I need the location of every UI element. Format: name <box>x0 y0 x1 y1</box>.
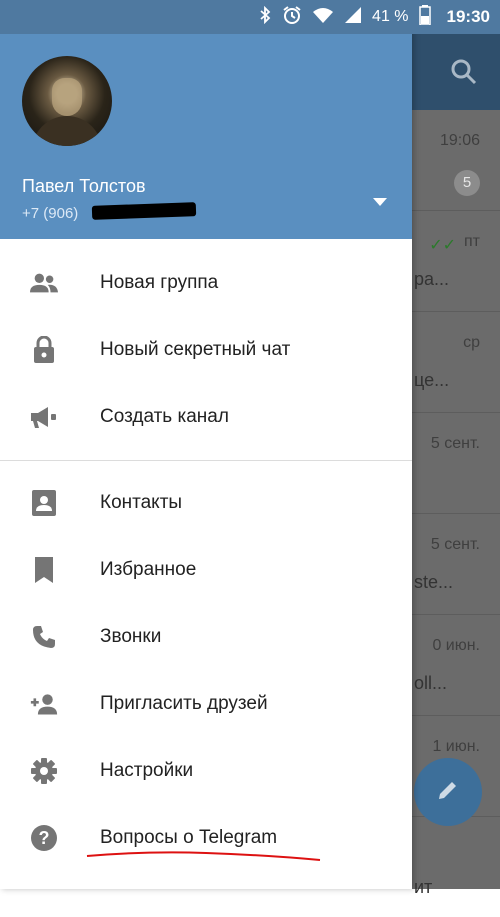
signal-icon <box>344 6 362 29</box>
menu-item-label: Создать канал <box>100 405 229 427</box>
menu-item-new-group[interactable]: Новая группа <box>0 249 412 316</box>
chat-time: ср <box>463 334 480 351</box>
menu-item-contacts[interactable]: Контакты <box>0 469 412 536</box>
battery-percent: 41 % <box>372 8 409 25</box>
svg-text:?: ? <box>39 828 50 848</box>
chat-preview: ste... <box>414 572 454 592</box>
help-icon: ? <box>30 824 58 852</box>
menu-item-saved-messages[interactable]: Избранное <box>0 536 412 603</box>
status-bar: 41 % 19:30 <box>0 0 500 34</box>
menu-item-secret-chat[interactable]: Новый секретный чат <box>0 316 412 383</box>
add-person-icon <box>30 690 58 718</box>
chat-preview: це... <box>414 370 450 390</box>
chat-time: 0 июн. <box>432 637 480 654</box>
alarm-icon <box>282 5 302 30</box>
settings-icon <box>30 757 58 785</box>
dropdown-arrow-icon[interactable] <box>372 194 388 206</box>
chat-preview: oll... <box>414 673 448 693</box>
drawer-header: Павел Толстов +7 (906) <box>0 34 412 239</box>
chat-time: 5 сент. <box>430 435 480 452</box>
megaphone-icon <box>30 403 58 431</box>
menu-item-label: Новая группа <box>100 271 219 293</box>
chat-time: 5 сент. <box>430 536 480 553</box>
menu-item-invite-friends[interactable]: Пригласить друзей <box>0 670 412 737</box>
menu-item-calls[interactable]: Звонки <box>0 603 412 670</box>
compose-button[interactable] <box>414 758 482 826</box>
menu-item-label: Настройки <box>100 759 194 781</box>
menu-item-label: Контакты <box>100 491 183 513</box>
chat-time: пт <box>464 233 480 250</box>
new-group-icon <box>30 269 58 297</box>
menu-divider <box>0 460 412 461</box>
chat-time: 1 июн. <box>432 738 480 755</box>
menu-item-label: Звонки <box>100 625 162 647</box>
battery-icon <box>418 4 431 30</box>
menu-item-create-channel[interactable]: Создать канал <box>0 383 412 450</box>
unread-badge: 5 <box>454 170 480 196</box>
bookmark-icon <box>30 556 58 584</box>
contacts-icon <box>30 489 58 517</box>
chat-time: 19:06 <box>439 132 480 149</box>
navigation-drawer: Павел Толстов +7 (906) Новая группа Новы… <box>0 0 412 889</box>
read-checks-icon: ✓✓ <box>429 237 456 254</box>
menu-item-settings[interactable]: Настройки <box>0 737 412 804</box>
chat-preview: ит <box>414 877 433 897</box>
user-phone: +7 (906) <box>22 205 79 222</box>
redaction-mark <box>91 202 197 220</box>
menu-item-label: Пригласить друзей <box>100 692 268 714</box>
pencil-icon <box>435 777 461 808</box>
menu-item-label: Новый секретный чат <box>100 338 291 360</box>
menu-item-label: Вопросы о Telegram <box>100 826 278 848</box>
wifi-icon <box>312 6 334 29</box>
chat-preview: ра... <box>414 269 450 289</box>
user-name: Павел Толстов <box>22 176 146 196</box>
phone-icon <box>30 623 58 651</box>
drawer-menu: Новая группа Новый секретный чат Создать… <box>0 249 412 871</box>
avatar[interactable] <box>22 56 112 146</box>
search-icon[interactable] <box>450 58 478 86</box>
lock-icon <box>30 335 58 364</box>
status-time: 19:30 <box>446 7 490 26</box>
bluetooth-icon <box>258 5 272 29</box>
annotation-underline <box>86 851 321 861</box>
menu-item-label: Избранное <box>100 558 197 580</box>
